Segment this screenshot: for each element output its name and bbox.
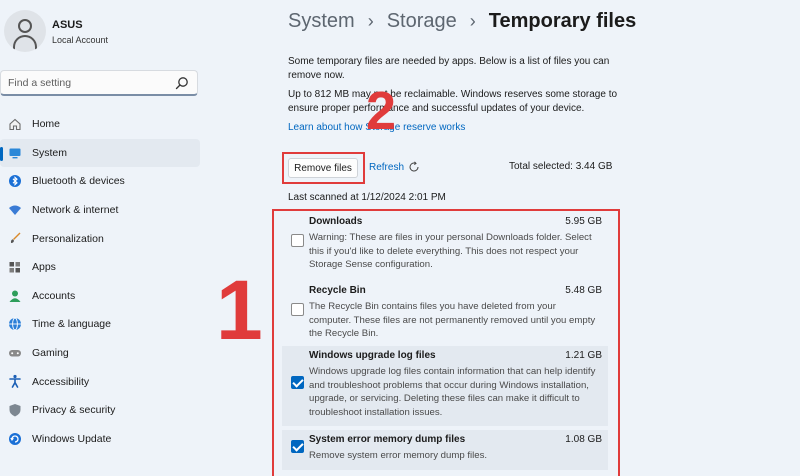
file-name: System error memory dump files — [309, 434, 466, 445]
file-size: 1.21 GB — [565, 350, 602, 361]
refresh-button[interactable]: Refresh — [369, 161, 420, 173]
sidebar-item-privacy[interactable]: Privacy & security — [0, 396, 200, 425]
sidebar-item-label: System — [32, 146, 68, 159]
total-selected: Total selected: 3.44 GB — [509, 161, 613, 172]
description-text: Some temporary files are needed by apps.… — [288, 56, 610, 81]
sidebar-item-windows-update[interactable]: Windows Update — [0, 425, 200, 454]
search-input[interactable]: Find a setting — [0, 70, 198, 96]
shield-icon — [9, 403, 21, 417]
sidebar-item-network[interactable]: Network & internet — [0, 196, 200, 225]
home-icon — [9, 118, 21, 131]
search-placeholder: Find a setting — [8, 77, 72, 89]
system-icon — [9, 148, 21, 158]
sidebar-item-label: Apps — [32, 261, 56, 274]
downloads-checkbox[interactable] — [291, 234, 304, 247]
apps-icon — [9, 261, 20, 273]
sidebar-item-label: Accessibility — [32, 375, 90, 388]
sidebar-item-bluetooth[interactable]: Bluetooth & devices — [0, 167, 200, 196]
refresh-label: Refresh — [369, 161, 405, 173]
sidebar-item-apps[interactable]: Apps — [0, 253, 200, 282]
last-scanned: Last scanned at 1/12/2024 2:01 PM — [288, 192, 446, 203]
file-size: 5.95 GB — [565, 216, 602, 227]
sidebar-item-gaming[interactable]: Gaming — [0, 339, 200, 368]
search-icon — [175, 77, 188, 90]
file-name: Downloads — [309, 216, 363, 227]
memory-dump-checkbox[interactable] — [291, 440, 304, 453]
breadcrumb-system[interactable]: System — [288, 10, 355, 33]
sidebar-item-home[interactable]: Home — [0, 110, 200, 139]
profile-name: ASUS — [52, 19, 83, 31]
remove-files-button[interactable]: Remove files — [288, 158, 358, 178]
accessibility-icon — [9, 375, 21, 389]
nav-list: Home System Bluetooth & devices Network … — [0, 110, 200, 453]
file-description: Windows upgrade log files contain inform… — [309, 366, 596, 418]
recycle-bin-checkbox[interactable] — [291, 303, 304, 316]
bluetooth-icon — [9, 175, 21, 188]
profile-subtitle: Local Account — [52, 35, 109, 45]
breadcrumb-separator: › — [367, 11, 374, 31]
sidebar-item-time-language[interactable]: Time & language — [0, 310, 200, 339]
sidebar-item-accessibility[interactable]: Accessibility — [0, 367, 200, 396]
page-title: Temporary files — [488, 10, 637, 32]
file-description: Remove system error memory dump files. — [309, 450, 488, 461]
main-content: System › Storage › Temporary files Some … — [268, 0, 800, 476]
sidebar-item-label: Personalization — [32, 232, 104, 245]
file-size: 5.48 GB — [565, 285, 602, 296]
avatar — [4, 10, 46, 52]
time-language-icon — [9, 317, 21, 331]
windows-update-icon — [9, 432, 21, 445]
sidebar-item-label: Windows Update — [32, 432, 112, 445]
upgrade-logs-checkbox[interactable] — [291, 376, 304, 389]
sidebar-item-accounts[interactable]: Accounts — [0, 282, 200, 311]
network-icon — [9, 205, 21, 215]
gaming-icon — [9, 349, 21, 357]
file-item-memory-dump[interactable]: System error memory dump files 1.08 GB R… — [282, 430, 608, 470]
accounts-icon — [9, 290, 21, 302]
sidebar: ASUS Local Account Find a setting Home S… — [0, 0, 268, 476]
sidebar-item-label: Time & language — [32, 318, 111, 331]
breadcrumb-storage[interactable]: Storage — [387, 10, 457, 33]
sidebar-item-personalization[interactable]: Personalization — [0, 224, 200, 253]
sidebar-item-label: Accounts — [32, 289, 76, 302]
breadcrumb-separator: › — [469, 11, 476, 31]
sidebar-item-system[interactable]: System — [0, 138, 200, 168]
file-name: Recycle Bin — [309, 285, 366, 296]
file-item-recycle-bin[interactable]: Recycle Bin 5.48 GB The Recycle Bin cont… — [282, 281, 608, 343]
file-item-downloads[interactable]: Downloads 5.95 GB Warning: These are fil… — [282, 212, 608, 276]
sidebar-item-label: Gaming — [32, 347, 69, 360]
annotation-marker-2: 2 — [366, 81, 397, 141]
reserve-note: Up to 812 MB may not be reclaimable. Win… — [288, 89, 618, 114]
file-description: The Recycle Bin contains files you have … — [309, 301, 596, 340]
refresh-icon — [409, 161, 419, 172]
sidebar-item-label: Network & internet — [32, 204, 119, 217]
file-size: 1.08 GB — [565, 434, 602, 445]
file-name: Windows upgrade log files — [309, 350, 436, 361]
file-description: Warning: These are files in your persona… — [309, 232, 592, 271]
breadcrumb: System › Storage › Temporary files — [288, 10, 636, 33]
sidebar-item-label: Privacy & security — [32, 404, 116, 417]
file-item-upgrade-logs[interactable]: Windows upgrade log files 1.21 GB Window… — [282, 346, 608, 426]
sidebar-item-label: Bluetooth & devices — [32, 175, 125, 188]
annotation-marker-1: 1 — [216, 263, 263, 357]
personalization-icon — [10, 232, 21, 244]
sidebar-item-label: Home — [32, 118, 61, 131]
